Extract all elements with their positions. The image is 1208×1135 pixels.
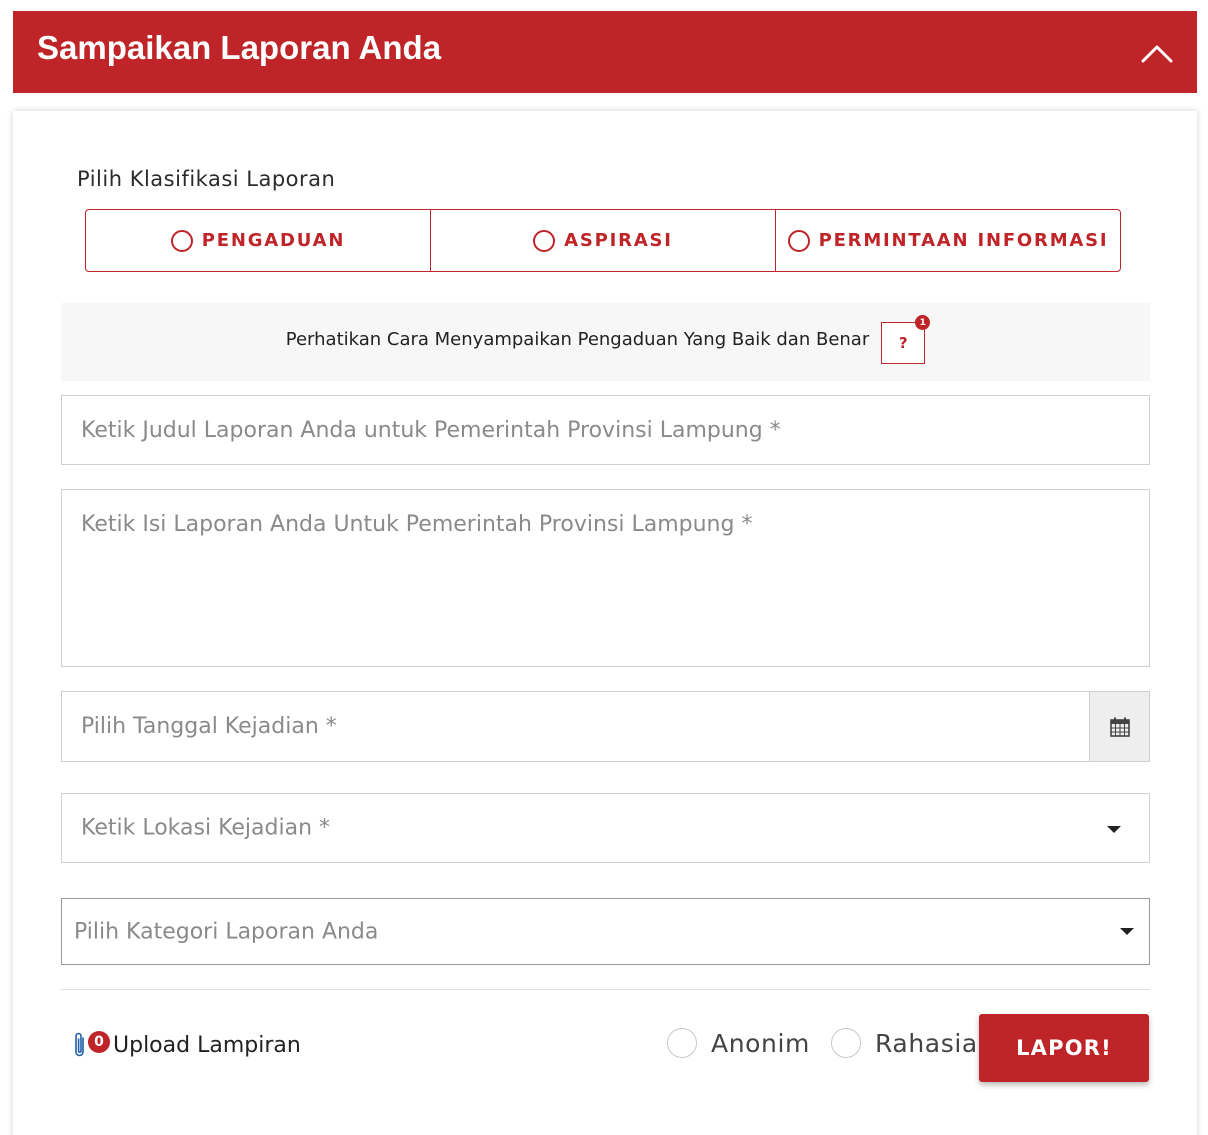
classification-option-label: ASPIRASI [564, 230, 673, 251]
guidance-text: Perhatikan Cara Menyampaikan Pengaduan Y… [285, 328, 870, 350]
anonim-label: Anonim [711, 1028, 810, 1058]
rahasia-option[interactable]: Rahasia [831, 1028, 978, 1058]
classification-group: PENGADUAN ASPIRASI PERMINTAAN INFORMASI [85, 209, 1121, 272]
category-select[interactable]: Pilih Kategori Laporan Anda [61, 898, 1150, 965]
paperclip-icon [75, 1032, 84, 1057]
classification-option-label: PERMINTAAN INFORMASI [818, 230, 1109, 251]
classification-label: Pilih Klasifikasi Laporan [77, 167, 336, 191]
calendar-button[interactable] [1089, 692, 1149, 761]
location-select-text: Ketik Lokasi Kejadian * [81, 815, 331, 841]
attachment-count-badge: 0 [88, 1031, 110, 1053]
classification-option-aspirasi[interactable]: ASPIRASI [430, 210, 775, 271]
category-select-text: Pilih Kategori Laporan Anda [74, 919, 379, 944]
report-body-field [61, 489, 1150, 667]
radio-circle-icon [170, 229, 193, 252]
notification-badge: 1 [915, 315, 931, 330]
report-title-field [61, 395, 1150, 465]
classification-option-pengaduan[interactable]: PENGADUAN [86, 210, 430, 271]
incident-date-input[interactable] [62, 692, 1089, 761]
anonim-radio[interactable] [667, 1028, 697, 1058]
report-body-textarea[interactable] [62, 490, 1149, 666]
caret-down-icon [1120, 928, 1134, 935]
upload-label: Upload Lampiran [113, 1032, 301, 1058]
anonim-option[interactable]: Anonim [667, 1028, 810, 1058]
radio-circle-icon [533, 229, 556, 252]
footer-divider [61, 989, 1150, 990]
report-form-page: Sampaikan Laporan Anda Pilih Klasifikasi… [0, 0, 1208, 1135]
calendar-icon [1109, 717, 1130, 737]
classification-option-permintaan-informasi[interactable]: PERMINTAAN INFORMASI [775, 210, 1120, 271]
incident-date-field [61, 691, 1150, 762]
caret-down-icon [1107, 826, 1121, 833]
radio-circle-icon [787, 229, 810, 252]
classification-option-label: PENGADUAN [201, 230, 346, 251]
guidance-notice: Perhatikan Cara Menyampaikan Pengaduan Y… [61, 303, 1150, 381]
rahasia-label: Rahasia [875, 1028, 978, 1058]
report-title-input[interactable] [62, 396, 1149, 464]
rahasia-radio[interactable] [831, 1028, 861, 1058]
form-title: Sampaikan Laporan Anda [37, 29, 442, 66]
upload-attachment-button[interactable]: 0 Upload Lampiran [73, 1031, 301, 1059]
form-card: Pilih Klasifikasi Laporan PENGADUAN ASPI… [13, 111, 1197, 1135]
submit-report-button[interactable]: LAPOR! [979, 1014, 1149, 1082]
chevron-up-icon[interactable] [1137, 35, 1177, 71]
help-button[interactable]: ? 1 [881, 315, 931, 364]
form-header[interactable]: Sampaikan Laporan Anda [13, 11, 1197, 93]
incident-location-select[interactable]: Ketik Lokasi Kejadian * [61, 793, 1150, 863]
question-mark-icon: ? [898, 334, 908, 352]
